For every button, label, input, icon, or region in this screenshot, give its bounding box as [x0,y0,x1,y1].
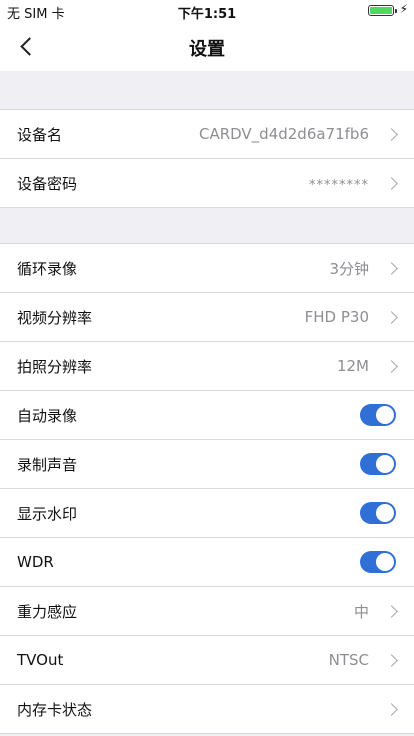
wdr-toggle[interactable] [360,551,396,573]
row-gsensor[interactable]: 重力感应 中 [0,587,414,636]
row-wdr: WDR [0,538,414,587]
row-value: 3分钟 [329,259,369,278]
chevron-right-icon [385,359,398,373]
status-bar: 无 SIM 卡 下午1:51 ⚡ [0,0,414,22]
row-auto-record: 自动录像 [0,391,414,440]
row-value: FHD P30 [304,308,369,326]
status-time: 下午1:51 [177,7,237,22]
row-value: 中 [353,602,369,621]
chevron-right-icon [385,176,398,190]
chevron-right-icon [385,653,398,667]
chevron-right-icon [385,604,398,618]
row-value: 12M [336,357,369,375]
row-label: 重力感应 [17,602,78,621]
page-title: 设置 [189,39,225,60]
row-label: 设备密码 [17,174,78,193]
row-label: 录制声音 [17,455,78,474]
settings-group: 循环录像 3分钟 视频分辨率 FHD P30 拍照分辨率 12M 自动录像 录制… [0,243,414,734]
row-label: 自动录像 [17,406,78,425]
row-label: 设备名 [17,125,63,144]
row-record-audio: 录制声音 [0,440,414,489]
row-tvout[interactable]: TVOut NTSC [0,636,414,685]
row-video-resolution[interactable]: 视频分辨率 FHD P30 [0,293,414,342]
row-sd-card-status[interactable]: 内存卡状态 [0,685,414,734]
row-label: 视频分辨率 [17,308,93,327]
row-device-name[interactable]: 设备名 CARDV_d4d2d6a71fb6 [0,110,414,159]
charging-bolt-icon: ⚡ [399,2,408,16]
row-loop-recording[interactable]: 循环录像 3分钟 [0,244,414,293]
chevron-right-icon [385,702,398,716]
navigation-bar: 设置 [0,22,414,71]
row-value: NTSC [328,651,369,669]
battery-icon [368,5,397,16]
device-group: 设备名 CARDV_d4d2d6a71fb6 设备密码 ******** [0,109,414,208]
row-photo-resolution[interactable]: 拍照分辨率 12M [0,342,414,391]
row-label: WDR [17,553,54,571]
row-label: 循环录像 [17,259,78,278]
chevron-right-icon [385,261,398,275]
watermark-toggle[interactable] [360,502,396,524]
row-device-password[interactable]: 设备密码 ******** [0,159,414,208]
row-value: CARDV_d4d2d6a71fb6 [198,125,369,143]
chevron-right-icon [385,310,398,324]
row-label: 内存卡状态 [17,700,93,719]
row-value: ******** [309,178,369,193]
chevron-right-icon [385,127,398,141]
row-label: 显示水印 [17,504,78,523]
row-label: TVOut [17,651,64,669]
auto-record-toggle[interactable] [360,404,396,426]
row-watermark: 显示水印 [0,489,414,538]
row-label: 拍照分辨率 [17,357,93,376]
record-audio-toggle[interactable] [360,453,396,475]
